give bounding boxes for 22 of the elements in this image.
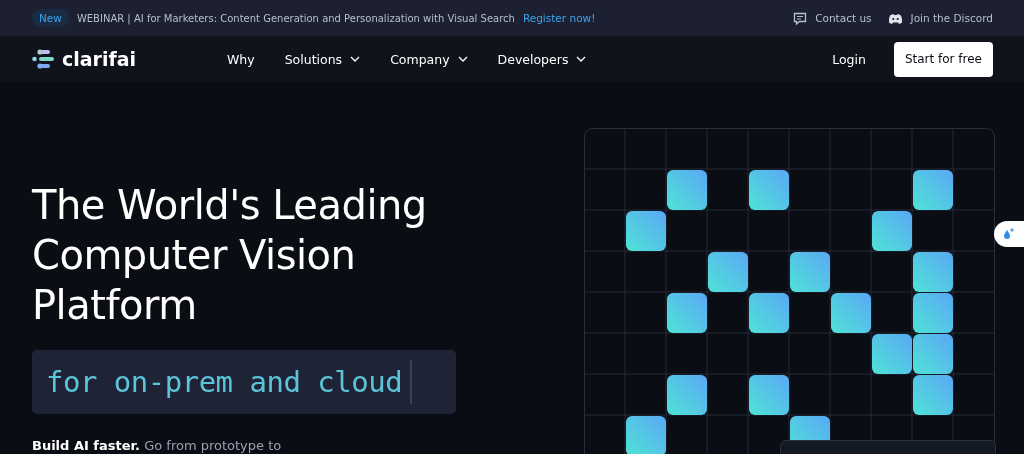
nav-menu-item[interactable]: Company: [390, 51, 468, 67]
chevron-down-icon: [576, 56, 587, 62]
start-for-free-button[interactable]: Start for free: [893, 41, 993, 77]
hero-lead-text: Build AI faster. Go from prototype to: [32, 438, 283, 453]
chevron-down-icon: [457, 56, 468, 62]
discord-icon: [887, 12, 903, 24]
contact-link[interactable]: Contact us: [815, 12, 872, 24]
typed-text-box: for on-prem and cloud: [32, 350, 456, 414]
logo-icon: [32, 49, 56, 69]
nav-menu-item[interactable]: Solutions: [284, 51, 361, 67]
nav-menu-item[interactable]: Developers: [497, 51, 587, 67]
nav-menu-item[interactable]: Why: [227, 51, 255, 67]
logo-wordmark[interactable]: clarifai: [62, 48, 137, 70]
discord-link[interactable]: Join the Discord: [910, 12, 993, 24]
login-link[interactable]: Login: [832, 51, 866, 67]
hero-heading: The World's Leading Computer Vision Platform: [32, 181, 428, 330]
register-link[interactable]: Register now!: [522, 12, 596, 24]
chevron-down-icon: [350, 56, 361, 62]
new-badge: New: [32, 9, 69, 27]
chat-icon: [793, 11, 808, 25]
announcement-text: WEBINAR | AI for Marketers: Content Generation and Personalization with Visual Search: [76, 12, 515, 24]
floating-widget-button[interactable]: [994, 221, 1024, 247]
